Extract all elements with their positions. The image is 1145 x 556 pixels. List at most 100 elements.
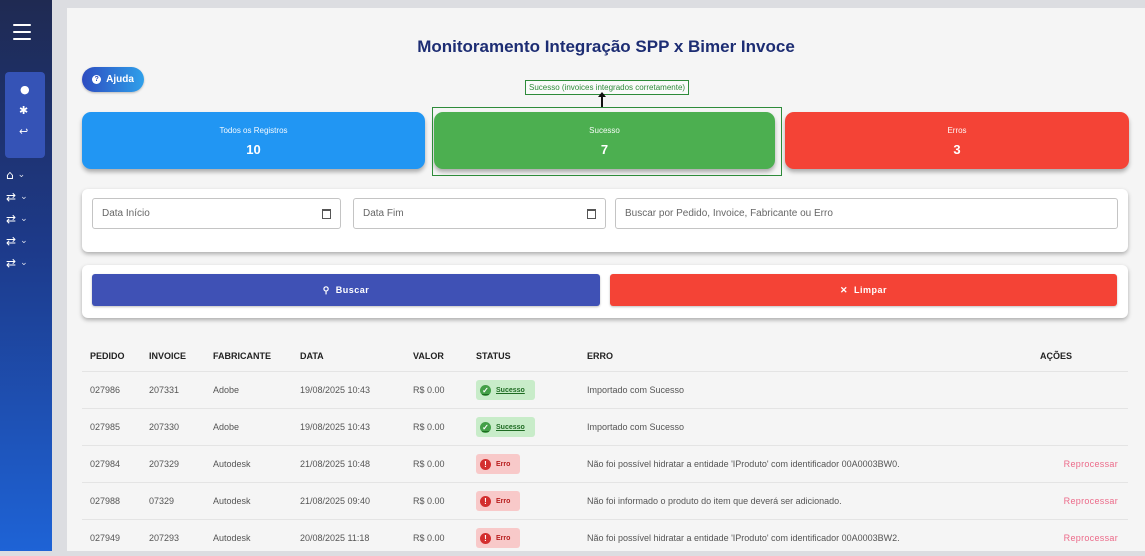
cell-pedido: 027985 bbox=[90, 422, 121, 432]
nav-integration-2[interactable]: ⇄ ⌄ bbox=[6, 212, 28, 226]
clear-button[interactable]: ✕ Limpar bbox=[610, 274, 1117, 306]
card-errors[interactable]: Erros 3 bbox=[785, 112, 1129, 169]
results-table: PEDIDO INVOICE FABRICANTE DATA VALOR STA… bbox=[82, 341, 1128, 556]
logout-icon[interactable]: ↩ bbox=[19, 126, 28, 138]
help-icon: ? bbox=[92, 75, 102, 84]
status-label: Erro bbox=[496, 534, 511, 542]
nav-integration-4[interactable]: ⇄ ⌄ bbox=[6, 256, 28, 270]
col-invoice[interactable]: INVOICE bbox=[149, 341, 186, 371]
help-button[interactable]: ? Ajuda bbox=[82, 67, 144, 92]
clear-button-label: Limpar bbox=[854, 285, 888, 295]
card-errors-label: Erros bbox=[947, 126, 967, 135]
search-button[interactable]: ⚲ Buscar bbox=[92, 274, 600, 306]
end-date-field[interactable]: Data Fim bbox=[353, 198, 606, 229]
cell-acoes: Reprocessar bbox=[1064, 483, 1118, 519]
menu-icon[interactable] bbox=[13, 24, 31, 40]
cell-acoes: Reprocessar bbox=[1064, 446, 1118, 482]
tooltip: Sucesso (invoices integrados corretament… bbox=[525, 80, 690, 95]
cell-valor: R$ 0.00 bbox=[413, 385, 445, 395]
search-icon: ⚲ bbox=[322, 284, 330, 295]
card-errors-value: 3 bbox=[953, 142, 961, 157]
table-row: 027984 207329 Autodesk 21/08/2025 10:48 … bbox=[82, 445, 1128, 482]
swap-icon: ⇄ bbox=[6, 256, 17, 270]
table-row: 027949 207293 Autodesk 20/08/2025 11:18 … bbox=[82, 519, 1128, 556]
nav-home[interactable]: ⌂ ⌄ bbox=[6, 168, 25, 182]
cell-data: 21/08/2025 10:48 bbox=[300, 459, 371, 469]
card-total-value: 10 bbox=[246, 142, 261, 157]
cell-fabricante: Autodesk bbox=[213, 459, 251, 469]
main-content: Monitoramento Integração SPP x Bimer Inv… bbox=[67, 8, 1145, 551]
swap-icon: ⇄ bbox=[6, 212, 17, 226]
table-header: PEDIDO INVOICE FABRICANTE DATA VALOR STA… bbox=[82, 341, 1128, 371]
status-badge[interactable]: ✓ Sucesso bbox=[476, 417, 535, 437]
col-valor[interactable]: VALOR bbox=[413, 341, 444, 371]
start-date-placeholder: Data Início bbox=[102, 208, 150, 219]
cell-pedido: 027988 bbox=[90, 496, 121, 506]
page-title: Monitoramento Integração SPP x Bimer Inv… bbox=[417, 37, 795, 56]
swap-icon: ⇄ bbox=[6, 234, 17, 248]
highlight-box bbox=[432, 107, 782, 176]
tooltip-arrow bbox=[598, 92, 606, 108]
gear-icon[interactable]: ✱ bbox=[19, 105, 28, 117]
cell-fabricante: Autodesk bbox=[213, 496, 251, 506]
search-input[interactable]: Buscar por Pedido, Invoice, Fabricante o… bbox=[615, 198, 1118, 229]
sidebar: ● ✱ ↩ ⌂ ⌄ ⇄ ⌄ ⇄ ⌄ ⇄ ⌄ ⇄ ⌄ bbox=[0, 0, 52, 551]
reprocess-link[interactable]: Reprocessar bbox=[1064, 533, 1118, 543]
cell-erro: Não foi informado o produto do item que … bbox=[587, 496, 842, 506]
status-badge[interactable]: ✓ Sucesso bbox=[476, 380, 535, 400]
start-date-field[interactable]: Data Início bbox=[92, 198, 341, 229]
search-button-label: Buscar bbox=[335, 285, 370, 295]
col-status[interactable]: STATUS bbox=[476, 341, 511, 371]
col-data[interactable]: DATA bbox=[300, 341, 324, 371]
cell-invoice: 07329 bbox=[149, 496, 175, 506]
cell-status: ✓ Sucesso bbox=[476, 409, 535, 445]
cell-valor: R$ 0.00 bbox=[413, 422, 445, 432]
cell-fabricante: Adobe bbox=[213, 385, 240, 395]
cell-data: 21/08/2025 09:40 bbox=[300, 496, 371, 506]
status-badge: ! Erro bbox=[476, 528, 521, 548]
col-erro[interactable]: ERRO bbox=[587, 341, 613, 371]
card-total[interactable]: Todos os Registros 10 bbox=[82, 112, 425, 169]
table-row: 027985 207330 Adobe 19/08/2025 10:43 R$ … bbox=[82, 408, 1128, 445]
calendar-icon[interactable] bbox=[322, 209, 331, 219]
chevron-down-icon: ⌄ bbox=[20, 258, 28, 268]
col-acoes: AÇÕES bbox=[1040, 351, 1073, 361]
cell-data: 19/08/2025 10:43 bbox=[300, 385, 371, 395]
status-label: Erro bbox=[496, 497, 511, 505]
table-row: 027988 07329 Autodesk 21/08/2025 09:40 R… bbox=[82, 482, 1128, 519]
calendar-icon[interactable] bbox=[587, 209, 596, 219]
cell-data: 19/08/2025 10:43 bbox=[300, 422, 371, 432]
status-badge: ! Erro bbox=[476, 491, 521, 511]
cell-valor: R$ 0.00 bbox=[413, 496, 445, 506]
swap-icon: ⇄ bbox=[6, 190, 17, 204]
status-badge: ! Erro bbox=[476, 454, 521, 474]
nav-integration-1[interactable]: ⇄ ⌄ bbox=[6, 190, 28, 204]
status-label: Sucesso bbox=[496, 423, 525, 431]
check-icon: ✓ bbox=[480, 384, 491, 396]
cell-erro: Não foi possível hidratar a entidade 'IP… bbox=[587, 459, 900, 469]
cell-invoice: 207330 bbox=[149, 422, 180, 432]
cell-pedido: 027986 bbox=[90, 385, 121, 395]
error-icon: ! bbox=[480, 495, 491, 507]
col-pedido[interactable]: PEDIDO bbox=[90, 341, 125, 371]
close-icon: ✕ bbox=[839, 284, 849, 295]
cell-pedido: 027984 bbox=[90, 459, 121, 469]
status-label: Sucesso bbox=[496, 386, 525, 394]
help-label: Ajuda bbox=[106, 74, 134, 85]
table-body: 027986 207331 Adobe 19/08/2025 10:43 R$ … bbox=[82, 371, 1128, 556]
end-date-placeholder: Data Fim bbox=[363, 208, 404, 219]
filter-panel: Data Início Data Fim Buscar por Pedido, … bbox=[82, 189, 1128, 252]
cell-invoice: 207329 bbox=[149, 459, 180, 469]
card-total-label: Todos os Registros bbox=[219, 126, 288, 135]
cell-status: ✓ Sucesso bbox=[476, 372, 535, 408]
user-icon[interactable]: ● bbox=[20, 84, 30, 96]
chevron-down-icon: ⌄ bbox=[17, 170, 26, 180]
status-label: Erro bbox=[496, 460, 511, 468]
cell-invoice: 207331 bbox=[149, 385, 180, 395]
cell-valor: R$ 0.00 bbox=[413, 459, 445, 469]
nav-integration-3[interactable]: ⇄ ⌄ bbox=[6, 234, 28, 248]
col-fabricante[interactable]: FABRICANTE bbox=[213, 341, 271, 371]
reprocess-link[interactable]: Reprocessar bbox=[1064, 459, 1118, 469]
cell-status: ! Erro bbox=[476, 446, 521, 482]
reprocess-link[interactable]: Reprocessar bbox=[1064, 496, 1118, 506]
